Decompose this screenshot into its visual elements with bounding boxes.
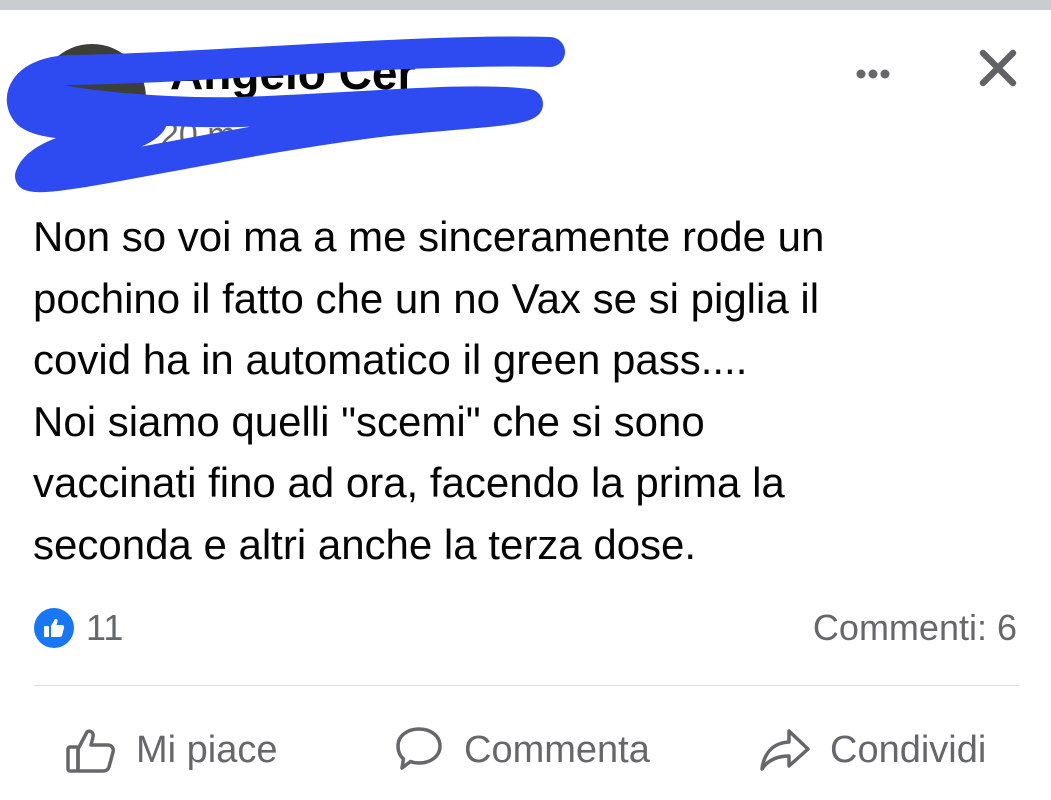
action-bar: Mi piace Commenta Condividi	[0, 710, 1051, 790]
more-horizontal-icon	[856, 69, 890, 79]
divider	[34, 685, 1019, 686]
post-text-line: seconda e altri anche la terza dose.	[33, 520, 697, 568]
comment-button[interactable]: Commenta	[392, 710, 650, 790]
top-status-strip	[0, 0, 1051, 10]
reactions-summary[interactable]: 11	[34, 607, 124, 648]
post-time[interactable]: 20 m	[160, 116, 236, 155]
post-text-line: vaccinati fino ad ora, facendo la prima …	[33, 459, 785, 506]
share-arrow-icon	[760, 729, 810, 771]
online-status-dot	[109, 132, 137, 160]
like-button[interactable]: Mi piace	[64, 710, 278, 790]
facebook-post: Angelo Cer 20 m · Non so voi ma a me sin…	[0, 10, 1051, 800]
comments-count[interactable]: Commenti: 6	[813, 607, 1017, 648]
share-button[interactable]: Condividi	[758, 710, 986, 790]
share-label: Condividi	[830, 728, 987, 771]
post-text: Non so voi ma a me sinceramente rode un …	[33, 206, 1023, 575]
like-badge-icon	[34, 608, 74, 648]
post-meta: 20 m ·	[160, 113, 297, 157]
globe-icon	[267, 120, 297, 150]
post-text-line: Non so voi ma a me sinceramente rode un	[33, 213, 825, 260]
meta-separator: ·	[245, 115, 257, 154]
comment-label: Commenta	[464, 728, 650, 771]
comment-bubble-icon	[396, 727, 442, 770]
post-text-line: Noi siamo quelli "scemi" che si sono	[33, 397, 705, 445]
author-name[interactable]: Angelo Cer	[170, 46, 415, 100]
thumbs-up-icon	[66, 729, 115, 773]
more-options-button[interactable]	[844, 52, 902, 96]
reaction-count: 11	[86, 607, 124, 648]
post-text-line: pochino il fatto che un no Vax se si pig…	[33, 274, 820, 322]
post-text-line: covid ha in automatico il green pass....	[33, 336, 748, 383]
close-icon	[979, 49, 1017, 87]
close-button[interactable]	[970, 40, 1026, 96]
like-label: Mi piace	[136, 728, 278, 771]
